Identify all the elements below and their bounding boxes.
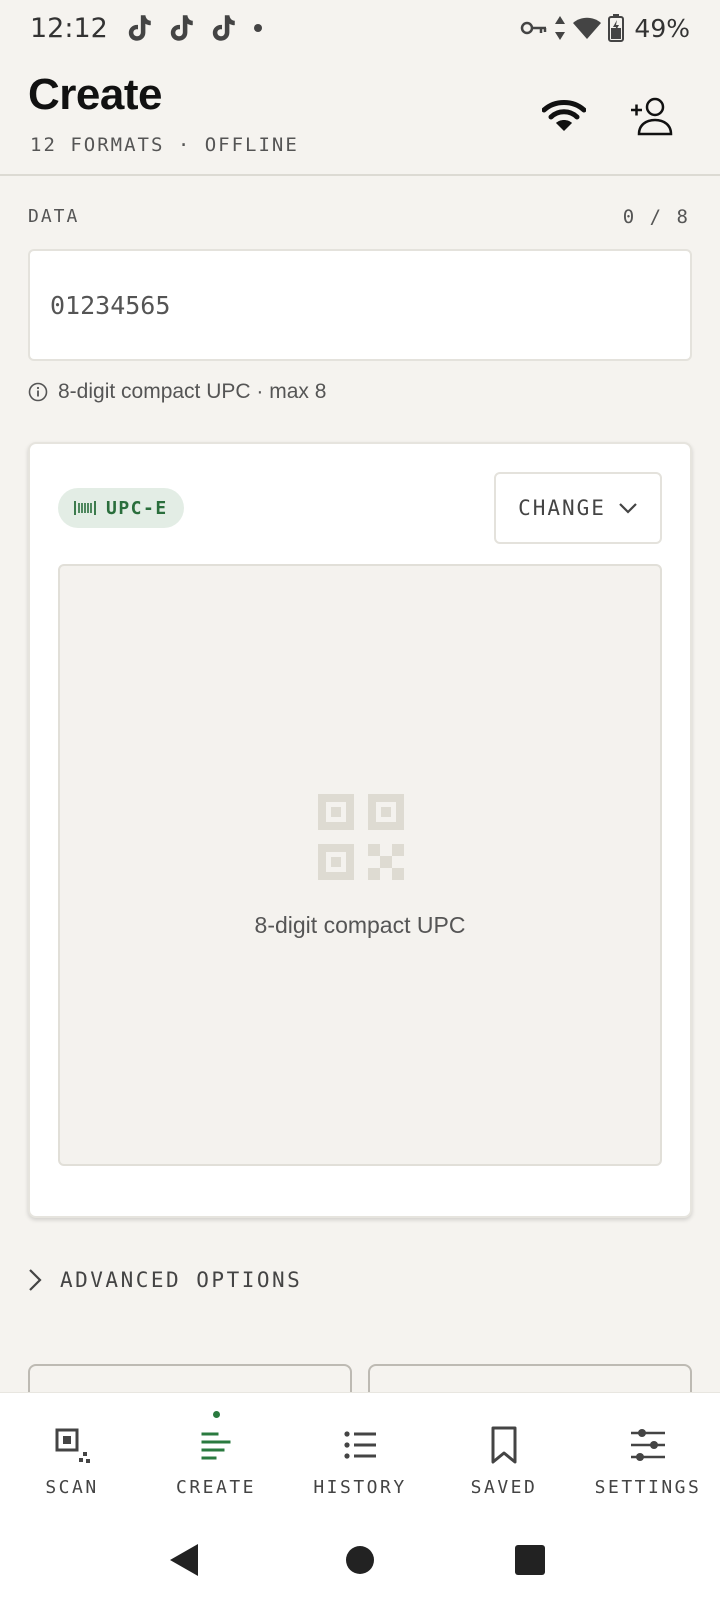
sliders-icon <box>631 1429 665 1461</box>
char-count: 0 / 8 <box>622 206 690 228</box>
status-bar: 12:12 49% <box>0 0 720 56</box>
preview-caption: 8-digit compact UPC <box>254 912 466 938</box>
system-nav-bar <box>0 1520 720 1600</box>
add-user-button[interactable] <box>622 86 682 146</box>
input-hint: 8-digit compact UPC · max 8 <box>28 380 326 404</box>
notification-dot <box>253 24 262 32</box>
tiktok-icon <box>212 15 235 41</box>
format-badge: UPC-E <box>58 488 184 528</box>
wifi-icon <box>542 100 586 131</box>
chevron-right-icon <box>29 1269 42 1291</box>
page-title: Create <box>28 70 162 119</box>
nav-label-create: CREATE <box>175 1477 257 1498</box>
app-header: Create 12 FORMATS · OFFLINE <box>0 56 720 176</box>
back-triangle-icon <box>170 1544 198 1576</box>
battery-icon <box>608 14 625 42</box>
input-hint-text: 8-digit compact UPC · max 8 <box>58 380 327 403</box>
status-time: 12:12 <box>30 12 108 44</box>
data-arrows-icon <box>555 16 566 40</box>
notification-icons <box>122 11 240 45</box>
nav-item-scan[interactable]: SCAN <box>0 1393 144 1520</box>
home-circle-icon <box>346 1546 374 1574</box>
home-button[interactable] <box>340 1540 380 1580</box>
nav-item-create[interactable]: CREATE <box>144 1393 288 1520</box>
bottom-nav: SCAN CREATE HISTORY SAVED SETTINGS <box>0 1392 720 1520</box>
nav-label-settings: SETTINGS <box>594 1477 702 1498</box>
status-right: 49% <box>520 14 690 43</box>
wifi-signal-icon <box>573 17 602 39</box>
format-name: UPC-E <box>106 497 168 519</box>
battery-percent: 49% <box>634 13 690 43</box>
nav-item-saved[interactable]: SAVED <box>432 1393 576 1520</box>
change-label: CHANGE <box>518 496 606 520</box>
data-section-label: DATA <box>28 206 80 227</box>
qr-code-icon <box>318 794 404 880</box>
history-icon <box>344 1431 376 1459</box>
nav-item-settings[interactable]: SETTINGS <box>576 1393 720 1520</box>
recents-square-icon <box>515 1545 545 1575</box>
data-input[interactable] <box>28 249 692 361</box>
add-user-icon <box>631 97 673 136</box>
change-format-button[interactable]: CHANGE <box>494 472 662 544</box>
nav-label-scan: SCAN <box>45 1477 99 1498</box>
scan-icon <box>55 1428 90 1463</box>
page-subtitle: 12 FORMATS · OFFLINE <box>30 134 299 156</box>
nav-label-history: HISTORY <box>313 1477 407 1498</box>
chevron-down-icon <box>619 503 637 514</box>
vpn-key-icon <box>521 21 547 35</box>
tiktok-icon <box>128 15 151 41</box>
back-button[interactable] <box>164 1540 204 1580</box>
nav-item-history[interactable]: HISTORY <box>288 1393 432 1520</box>
nav-label-saved: SAVED <box>470 1477 538 1498</box>
create-icon <box>201 1432 231 1460</box>
preview-card: UPC-E CHANGE 8-digit compact UPC <box>28 442 692 1218</box>
recents-button[interactable] <box>510 1540 550 1580</box>
info-icon <box>28 382 48 402</box>
tiktok-icon <box>170 15 193 41</box>
active-indicator <box>212 1411 220 1418</box>
barcode-icon <box>74 501 96 515</box>
wifi-button[interactable] <box>534 86 594 146</box>
advanced-options-toggle[interactable]: ADVANCED OPTIONS <box>28 1268 302 1292</box>
barcode-preview-area: 8-digit compact UPC <box>58 564 662 1166</box>
advanced-options-label: ADVANCED OPTIONS <box>60 1268 303 1292</box>
bookmark-icon <box>491 1426 517 1464</box>
